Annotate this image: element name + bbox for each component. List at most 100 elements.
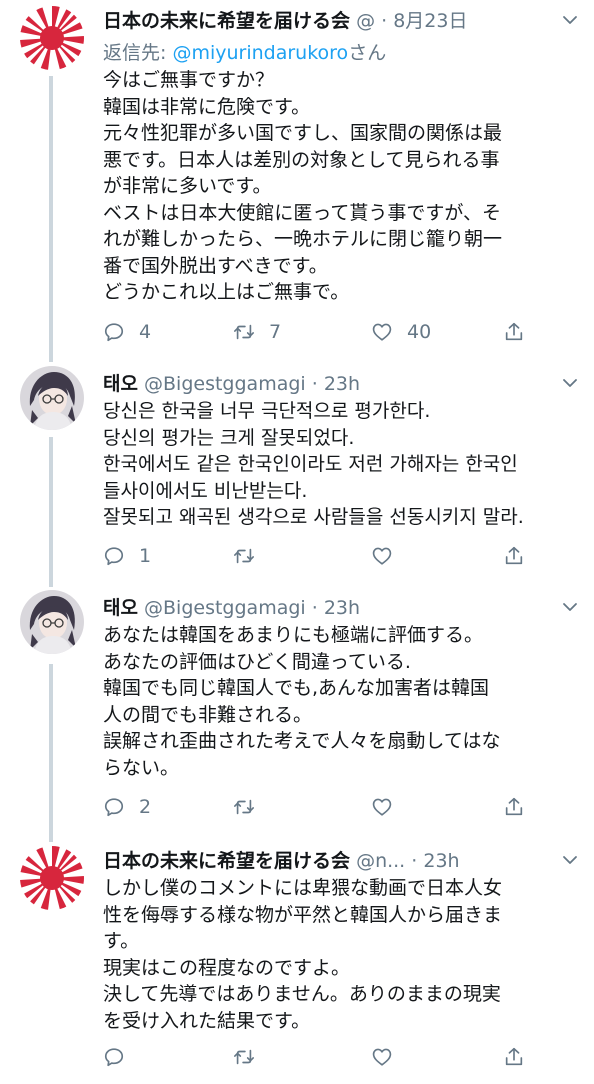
reply-mention-link[interactable]: @miyurindarukoro bbox=[172, 42, 348, 64]
text-line: が非常に多いです。 bbox=[103, 175, 272, 197]
text-line: れが難しかったら、一晩ホテルに閉じ籠り朝一 bbox=[103, 228, 503, 250]
share-icon bbox=[503, 545, 525, 567]
tweet-text: あなたは韓国をあまりにも極端に評価する。 あなたの評価はひどく間違っている. 韓… bbox=[103, 622, 574, 781]
retweet-icon bbox=[233, 1046, 255, 1068]
text-line: 잘못되고 왜곡된 생각으로 사람들을 선동시키지 말라. bbox=[103, 506, 524, 528]
reply-count: 4 bbox=[139, 321, 152, 343]
display-name[interactable]: 日本の未来に希望を届ける会 bbox=[103, 10, 350, 32]
timestamp[interactable]: 23h bbox=[324, 597, 360, 619]
tweet[interactable]: 日本の未来に希望を届ける会 @ · 8月23日 返信先: @miyurindar… bbox=[0, 0, 594, 364]
tweet[interactable]: 日本の未来に希望を届ける会 @n... · 23h しかし僕のコメントには卑猥な… bbox=[0, 842, 594, 1084]
heart-icon bbox=[371, 796, 393, 818]
reply-count: 1 bbox=[139, 545, 152, 567]
replying-to-label: 返信先: bbox=[103, 42, 173, 64]
text-line: 今はご無事ですか？ bbox=[103, 69, 275, 91]
tweet-actions: 2 bbox=[103, 792, 533, 822]
retweet-icon bbox=[233, 545, 255, 567]
retweet-icon bbox=[233, 796, 255, 818]
tweet[interactable]: 태오 @Bigestggamagi · 23h あなたは韓国をあまりにも極端に評… bbox=[0, 588, 594, 842]
retweet-count: 7 bbox=[269, 321, 282, 343]
reply-button[interactable]: 2 bbox=[103, 792, 151, 822]
reply-button[interactable]: 4 bbox=[103, 317, 151, 347]
text-line: 現実はこの程度なのですよ。 bbox=[103, 956, 351, 979]
tweet-header: 日本の未来に希望を届ける会 @ · 8月23日 bbox=[103, 6, 564, 36]
text-line: す。 bbox=[103, 930, 140, 952]
text-line: 당신은 한국을 너무 극단적으로 평가한다. bbox=[103, 400, 431, 422]
tweet-actions bbox=[103, 1042, 533, 1072]
like-button[interactable] bbox=[371, 792, 407, 822]
tweet-text: 今はご無事ですか？ 韓国は非常に危険です。 元々性犯罪が多い国ですし、国家間の関… bbox=[103, 67, 574, 306]
reply-button[interactable]: 1 bbox=[103, 541, 151, 571]
reply-icon bbox=[103, 1046, 125, 1068]
share-icon bbox=[503, 1046, 525, 1068]
display-name[interactable]: 日本の未来に希望を届ける会 bbox=[103, 850, 350, 872]
heart-icon bbox=[371, 321, 393, 343]
timestamp[interactable]: 23h bbox=[423, 850, 459, 872]
like-count: 40 bbox=[407, 321, 432, 343]
text-line: 한국에서도 같은 한국인이라도 저런 가해자는 한국인 bbox=[103, 453, 518, 475]
like-button[interactable] bbox=[371, 1042, 407, 1072]
user-handle[interactable]: @Bigestggamagi bbox=[144, 597, 306, 619]
separator-dot: · bbox=[311, 373, 318, 395]
text-line: 들사이에서도 비난받는다. bbox=[103, 479, 308, 502]
timestamp[interactable]: 8月23日 bbox=[393, 10, 467, 32]
user-handle[interactable]: @n... bbox=[356, 850, 405, 872]
text-line: を受け入れた結果です。 bbox=[103, 1009, 311, 1032]
display-name[interactable]: 태오 bbox=[103, 373, 138, 395]
display-name[interactable]: 태오 bbox=[103, 597, 138, 619]
chevron-down-icon[interactable] bbox=[560, 597, 580, 617]
share-button[interactable] bbox=[503, 541, 525, 571]
tweet-text: 당신은 한국을 너무 극단적으로 평가한다. 당신의 평가는 크게 잘못되었다.… bbox=[103, 398, 574, 531]
reply-icon bbox=[103, 321, 125, 343]
retweet-button[interactable] bbox=[233, 1042, 269, 1072]
text-line: しかし僕のコメントには卑猥な動画で日本人女 bbox=[103, 877, 503, 899]
text-line: 당신의 평가는 크게 잘못되었다. bbox=[103, 426, 355, 449]
text-line: どうかこれ以上はご無事で。 bbox=[103, 281, 350, 303]
avatar[interactable] bbox=[20, 846, 84, 910]
separator-dot: · bbox=[381, 10, 388, 32]
share-button[interactable] bbox=[503, 317, 525, 347]
like-button[interactable] bbox=[371, 541, 407, 571]
text-line: 韓国でも同じ韓国人でも,あんな加害者は韓国 bbox=[103, 677, 490, 699]
retweet-button[interactable] bbox=[233, 541, 269, 571]
avatar[interactable] bbox=[20, 6, 84, 70]
user-handle[interactable]: @Bigestggamagi bbox=[144, 373, 306, 395]
user-handle[interactable]: @ bbox=[356, 10, 375, 32]
tweet-actions: 4 7 40 bbox=[103, 317, 533, 347]
tweet-header: 태오 @Bigestggamagi · 23h bbox=[103, 369, 564, 399]
share-button[interactable] bbox=[503, 1042, 525, 1072]
reply-button[interactable] bbox=[103, 1042, 139, 1072]
retweet-button[interactable] bbox=[233, 792, 269, 822]
text-line: 人の間でも非難される。 bbox=[103, 703, 313, 726]
chevron-down-icon[interactable] bbox=[560, 373, 580, 393]
replying-to-suffix: さん bbox=[348, 42, 387, 64]
text-line: 決して先導ではありません。ありのままの現実 bbox=[103, 983, 501, 1005]
text-line: あなたは韓国をあまりにも極端に評価する。 bbox=[103, 624, 484, 646]
anime-character-avatar-icon bbox=[20, 366, 84, 430]
text-line: 悪です。日本人は差別の対象として見られる事 bbox=[103, 148, 500, 171]
tweet-actions: 1 bbox=[103, 541, 533, 571]
retweet-button[interactable]: 7 bbox=[233, 317, 281, 347]
share-icon bbox=[503, 321, 525, 343]
reply-icon bbox=[103, 545, 125, 567]
anime-character-avatar-icon bbox=[20, 590, 84, 654]
tweet-header: 日本の未来に希望を届ける会 @n... · 23h bbox=[103, 846, 564, 876]
tweet-header: 태오 @Bigestggamagi · 23h bbox=[103, 593, 564, 623]
text-line: 番で国外脱出すべきです。 bbox=[103, 254, 328, 277]
text-line: 性を侮辱する様な物が平然と韓国人から届きま bbox=[103, 903, 503, 926]
text-line: 韓国は非常に危険です。 bbox=[103, 95, 311, 118]
rising-sun-flag-avatar-icon bbox=[20, 846, 84, 910]
replying-to: 返信先: @miyurindarukoroさん bbox=[103, 40, 386, 66]
tweet-text: しかし僕のコメントには卑猥な動画で日本人女 性を侮辱する様な物が平然と韓国人から… bbox=[103, 875, 574, 1034]
avatar[interactable] bbox=[20, 590, 84, 654]
avatar[interactable] bbox=[20, 366, 84, 430]
like-button[interactable]: 40 bbox=[371, 317, 431, 347]
chevron-down-icon[interactable] bbox=[560, 850, 580, 870]
chevron-down-icon[interactable] bbox=[560, 10, 580, 30]
timestamp[interactable]: 23h bbox=[324, 373, 360, 395]
share-button[interactable] bbox=[503, 792, 525, 822]
reply-icon bbox=[103, 796, 125, 818]
text-line: 誤解され歪曲された考えで人々を扇動してはな bbox=[103, 730, 501, 752]
tweet[interactable]: 태오 @Bigestggamagi · 23h 당신은 한국을 너무 극단적으로… bbox=[0, 364, 594, 588]
text-line: あなたの評価はひどく間違っている. bbox=[103, 650, 411, 673]
